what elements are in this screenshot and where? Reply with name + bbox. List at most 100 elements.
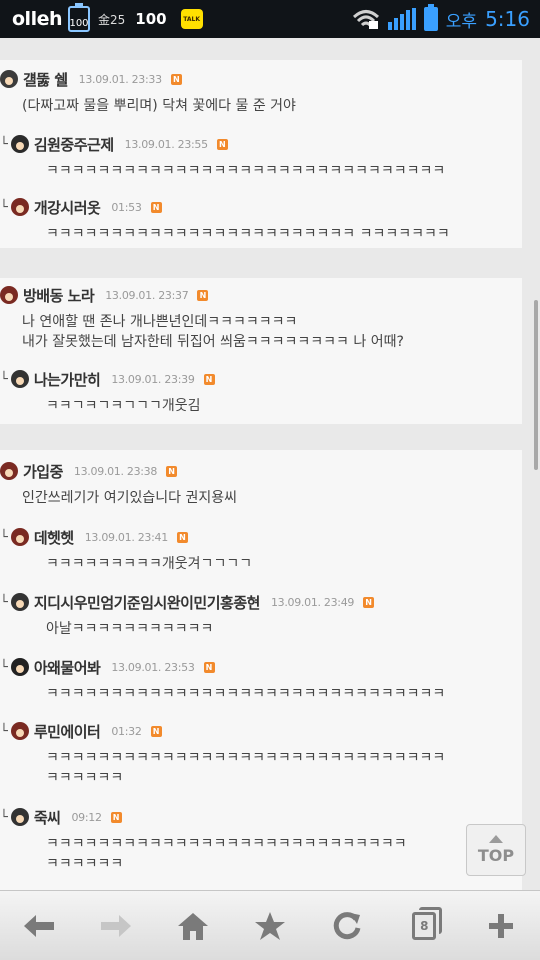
new-badge: N [203,373,215,385]
comment-author[interactable]: 방배동 노라 [23,285,95,306]
bookmark-button[interactable] [243,899,297,953]
comment-list[interactable]: 걜뚫 쉘 13.09.01. 23:33 N (다짜고짜 물을 뿌리며) 닥쳐 … [0,38,540,890]
comment-author[interactable]: 걜뚫 쉘 [23,69,68,90]
battery-charging-icon [423,4,438,31]
comment-time: 09:12 [71,810,102,824]
carrier-label: olleh [12,8,63,30]
new-badge: N [110,811,122,823]
comment-author[interactable]: 나는가만히 [34,369,101,390]
comment-text: 나 연애할 땐 존나 개나쁜년인데ㅋㅋㅋㅋㅋㅋㅋ 내가 잘못했는데 남자한테 뒤… [22,314,404,350]
comment-text: ㅋㅋㅋㅋㅋㅋㅋㅋㅋㅋㅋㅋㅋㅋㅋㅋㅋㅋㅋㅋㅋㅋㅋㅋㅋㅋㅋㅋㅋㅋㅋ [46,686,446,702]
avatar[interactable] [10,528,29,546]
comment-author[interactable]: 지디시우민엄기준임시완이민기홍종현 [34,592,261,613]
new-badge: N [170,73,182,85]
scroll-to-top-button[interactable]: TOP [466,824,526,876]
comment: 방배동 노라 13.09.01. 23:37 N 나 연애할 땐 존나 개나쁜년… [0,284,530,352]
reply: └ 지디시우민엄기준임시완이민기홍종현 13.09.01. 23:49 N 아날… [0,591,530,639]
comment-author[interactable]: 데헷헷 [34,527,74,548]
browser-toolbar: 8 [0,890,540,960]
reply-arrow-icon: └ [0,371,8,387]
top-button-label: TOP [477,846,515,865]
avatar[interactable] [10,722,29,740]
comment-text: 아날ㅋㅋㅋㅋㅋㅋㅋㅋㅋㅋㅋ [46,621,214,637]
comment-time: 13.09.01. 23:37 [105,288,189,302]
bookmark-star-icon [254,911,285,940]
avatar[interactable] [0,286,18,304]
reply: └ 루민에이터 01:32 N ㅋㅋㅋㅋㅋㅋㅋㅋㅋㅋㅋㅋㅋㅋㅋㅋㅋㅋㅋㅋㅋㅋㅋㅋ… [0,720,530,788]
reply: └ 데헷헷 13.09.01. 23:41 N ㅋㅋㅋㅋㅋㅋㅋㅋㅋ개웃겨ㄱㄱㄱㄱ [0,526,530,574]
kakaotalk-label: TALK [183,15,200,23]
new-tab-button[interactable] [474,899,528,953]
comment-author[interactable]: 김원중주근제 [34,134,114,155]
comment-text: ㅋㅋㅋㅋㅋㅋㅋㅋㅋㅋㅋㅋㅋㅋㅋㅋㅋㅋㅋㅋㅋㅋㅋㅋㅋㅋㅋㅋ ㅋㅋㅋㅋㅋㅋ [46,836,407,872]
clock-time: 5:16 [485,7,530,31]
tab-count: 8 [420,918,429,933]
comment-time: 13.09.01. 23:53 [111,660,195,674]
reply: └ 개강시러옷 01:53 N ㅋㅋㅋㅋㅋㅋㅋㅋㅋㅋㅋㅋㅋㅋㅋㅋㅋㅋㅋㅋㅋㅋㅋㅋ… [0,196,530,244]
reply-arrow-icon: └ [0,529,8,545]
home-button[interactable] [166,899,220,953]
comment-time: 13.09.01. 23:41 [84,530,168,544]
avatar[interactable] [10,808,29,826]
reply: └ 죽씨 09:12 N ㅋㅋㅋㅋㅋㅋㅋㅋㅋㅋㅋㅋㅋㅋㅋㅋㅋㅋㅋㅋㅋㅋㅋㅋㅋㅋㅋ… [0,806,530,874]
reply-arrow-icon: └ [0,659,8,675]
avatar[interactable] [0,70,18,88]
comment-time: 13.09.01. 23:55 [124,137,208,151]
reply: └ 아왜물어봐 13.09.01. 23:53 N ㅋㅋㅋㅋㅋㅋㅋㅋㅋㅋㅋㅋㅋㅋ… [0,656,530,704]
comment-time: 13.09.01. 23:49 [270,595,355,609]
avatar[interactable] [10,593,29,611]
tabs-button[interactable]: 8 [397,899,451,953]
reply-arrow-icon: └ [0,199,8,215]
comment-author[interactable]: 가입중 [23,461,63,482]
comment-author[interactable]: 루민에이터 [34,721,101,742]
comment: 가입중 13.09.01. 23:38 N 인간쓰레기가 여기있습니다 권지용씨 [0,460,530,508]
back-arrow-icon [23,914,54,937]
comment-text: ㅋㅋㅋㅋㅋㅋㅋㅋㅋㅋㅋㅋㅋㅋㅋㅋㅋㅋㅋㅋㅋㅋㅋㅋ ㅋㅋㅋㅋㅋㅋㅋ [46,226,450,242]
reply-arrow-icon: └ [0,594,8,610]
status-bar: olleh 100 金25 100 TALK 오후 5:16 [0,0,540,38]
add-icon [489,913,514,938]
weather-temp: 金25 [98,12,126,27]
comment-thread: 방배동 노라 13.09.01. 23:37 N 나 연애할 땐 존나 개나쁜년… [0,278,522,424]
reply-arrow-icon: └ [0,136,8,152]
comment-author[interactable]: 아왜물어봐 [34,657,101,678]
battery-percent: 100 [135,10,167,28]
comment-time: 01:53 [111,200,142,214]
avatar[interactable] [10,135,29,153]
avatar[interactable] [10,198,29,216]
comment-thread: 걜뚫 쉘 13.09.01. 23:33 N (다짜고짜 물을 뿌리며) 닥쳐 … [0,60,522,248]
avatar[interactable] [10,658,29,676]
new-badge: N [363,596,375,608]
comment-author[interactable]: 죽씨 [34,807,61,828]
new-badge: N [150,201,162,213]
reply: └ 나는가만히 13.09.01. 23:39 N ㅋㅋㄱㅋㄱㅋㄱㄱㄱ개웃김 [0,368,530,416]
comment-thread: 가입중 13.09.01. 23:38 N 인간쓰레기가 여기있습니다 권지용씨… [0,450,522,890]
avatar[interactable] [0,462,18,480]
comment-text: (다짜고짜 물을 뿌리며) 닥쳐 꽃에다 물 준 거야 [22,98,296,114]
clock-ampm: 오후 [445,11,478,32]
forward-button[interactable] [89,899,143,953]
comment: 걜뚫 쉘 13.09.01. 23:33 N (다짜고짜 물을 뿌리며) 닥쳐 … [0,68,530,116]
tabs-icon: 8 [412,906,443,940]
avatar[interactable] [10,370,29,388]
forward-arrow-icon [100,914,131,937]
comment-text: ㅋㅋㅋㅋㅋㅋㅋㅋㅋㅋㅋㅋㅋㅋㅋㅋㅋㅋㅋㅋㅋㅋㅋㅋㅋㅋㅋㅋㅋㅋㅋ [46,163,446,179]
kakaotalk-icon: TALK [180,9,203,29]
new-badge: N [216,138,228,150]
comment-text: 인간쓰레기가 여기있습니다 권지용씨 [22,490,237,506]
new-badge: N [150,725,162,737]
battery-widget-icon: 100 [68,3,90,32]
new-badge: N [203,661,215,673]
up-arrow-icon [489,835,503,843]
comment-author[interactable]: 개강시러옷 [34,197,101,218]
refresh-icon [333,911,361,939]
reply-arrow-icon: └ [0,809,8,825]
wifi-lock-icon [352,10,379,29]
refresh-button[interactable] [320,899,374,953]
comment-text: ㅋㅋㄱㅋㄱㅋㄱㄱㄱ개웃김 [46,398,201,414]
home-icon [177,912,208,940]
back-button[interactable] [12,899,66,953]
comment-time: 01:32 [111,724,142,738]
scrollbar[interactable] [534,300,538,470]
comment-time: 13.09.01. 23:38 [73,464,158,478]
